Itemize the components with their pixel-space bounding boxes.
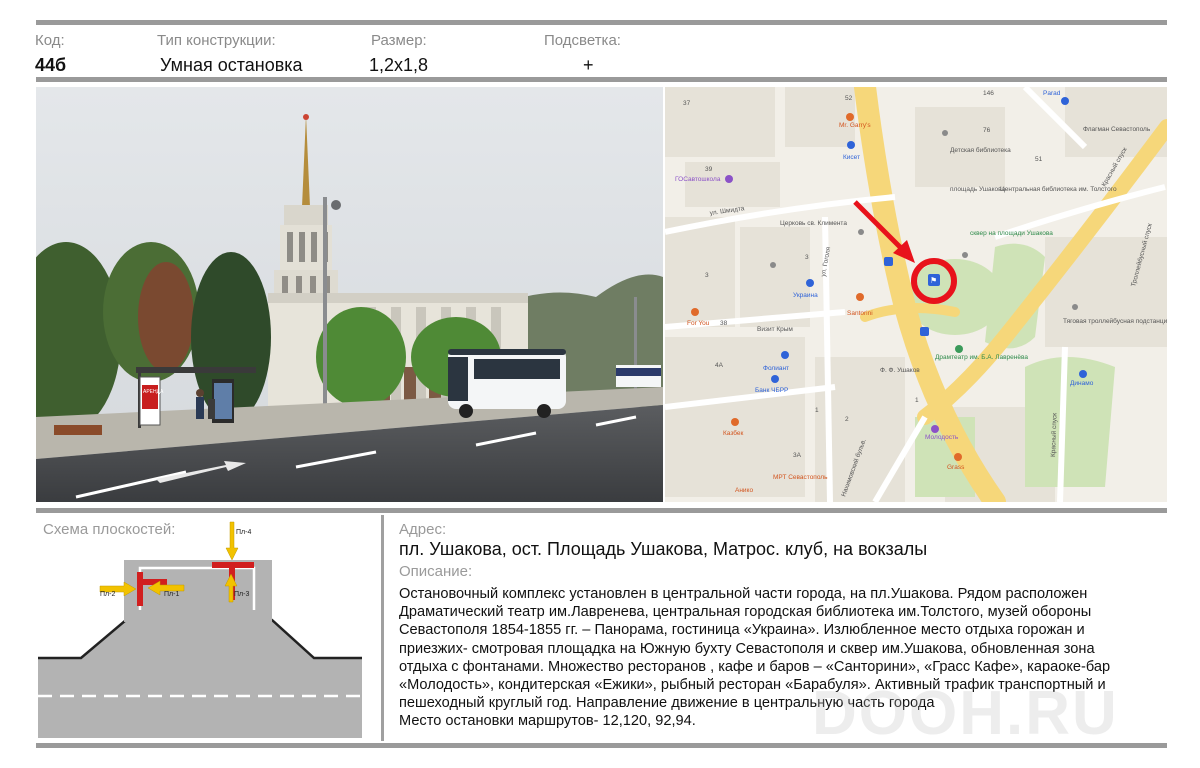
map-label: 52 <box>845 95 853 102</box>
bus-stop-sign-text: АРЕНДА <box>143 389 164 395</box>
map-label: площадь Ушакова <box>950 186 1006 193</box>
street-photo: АРЕНДА <box>36 87 663 502</box>
map-label: Parad <box>1043 90 1061 97</box>
map-label: 3А <box>793 452 802 459</box>
map-label: 37 <box>683 100 691 107</box>
code-value: 44б <box>35 55 67 75</box>
header-rule <box>36 77 1167 82</box>
svg-text:⚑: ⚑ <box>930 276 937 285</box>
map-label: Анико <box>735 487 753 494</box>
type-label: Тип конструкции: <box>157 32 276 49</box>
map-label: Молодость <box>925 434 959 441</box>
map-label: Банк ЧБРР <box>755 387 788 394</box>
map-label: Детская библиотека <box>950 146 1011 154</box>
address-label: Адрес: <box>399 521 447 538</box>
map-label: Флагман Севастополь <box>1083 126 1151 133</box>
map-label: 4А <box>715 362 724 369</box>
map-label: Украина <box>793 292 818 299</box>
map-label: 38 <box>720 320 728 327</box>
plane-2 <box>137 572 143 606</box>
map-label: Ф. Ф. Ушаков <box>880 367 920 374</box>
map-label: Фолиант <box>763 365 789 372</box>
map-label: For You <box>687 320 710 327</box>
plane-2-label: Пл-2 <box>100 591 115 598</box>
map-label: Центральная библиотека им. Толстого <box>1000 185 1117 193</box>
section-divider <box>381 515 384 741</box>
map-label: Динамо <box>1070 380 1094 387</box>
map-label: 3 <box>805 254 809 261</box>
map-label: 2 <box>845 416 849 423</box>
size-value: 1,2х1,8 <box>369 55 429 75</box>
map-label: Казбек <box>723 429 744 437</box>
plane-4-label: Пл-4 <box>236 529 251 536</box>
watermark: DOOH.RU <box>812 679 1119 748</box>
plane-4 <box>212 562 254 568</box>
map-label: Кисет <box>843 154 860 161</box>
map-label: 3 <box>705 272 709 279</box>
map-label: 39 <box>705 166 713 173</box>
map-label: Grass <box>947 464 965 471</box>
map-label: Mr. Garry's <box>839 122 871 129</box>
plane-1-label: Пл-1 <box>164 591 179 598</box>
top-rule <box>36 20 1167 25</box>
map-label: Драмтеатр им. Б.А. Лавренёва <box>935 354 1028 361</box>
light-label: Подсветка: <box>544 32 621 49</box>
code-label: Код: <box>35 32 65 49</box>
map-label: Тяговая троллейбусная подстанция <box>1063 317 1167 325</box>
map-label: 76 <box>983 127 991 134</box>
map-label: 1 <box>815 407 819 414</box>
map-label: Визит Крым <box>757 326 793 333</box>
map-label: сквер на площади Ушакова <box>970 230 1053 237</box>
map-label: Santorini <box>847 310 873 317</box>
type-value: Умная остановка <box>160 55 303 75</box>
map-label: Церковь св. Климента <box>780 220 847 227</box>
map-label: 1 <box>915 397 919 404</box>
address-value: пл. Ушакова, ост. Площадь Ушакова, Матро… <box>399 539 928 559</box>
photo-bottom-rule <box>36 508 1167 513</box>
map-label: ул. Гоголя <box>820 246 832 277</box>
map-label: 146 <box>983 90 994 97</box>
map-label: 51 <box>1035 156 1043 163</box>
map-label: Красный спуск <box>1049 413 1059 457</box>
plane-3-label: Пл-3 <box>234 591 249 598</box>
location-map[interactable]: 37 52 Mr. Garry's Кисет Детская библиоте… <box>665 87 1167 502</box>
planes-scheme: Пл-4 Пл-2 Пл-1 Пл-3 <box>36 520 366 742</box>
map-label: МРТ Севастополь <box>773 474 828 481</box>
map-label: ГОСавтошкола <box>675 176 721 183</box>
description-label: Описание: <box>399 563 473 580</box>
light-value: + <box>583 55 594 75</box>
size-label: Размер: <box>371 32 427 49</box>
